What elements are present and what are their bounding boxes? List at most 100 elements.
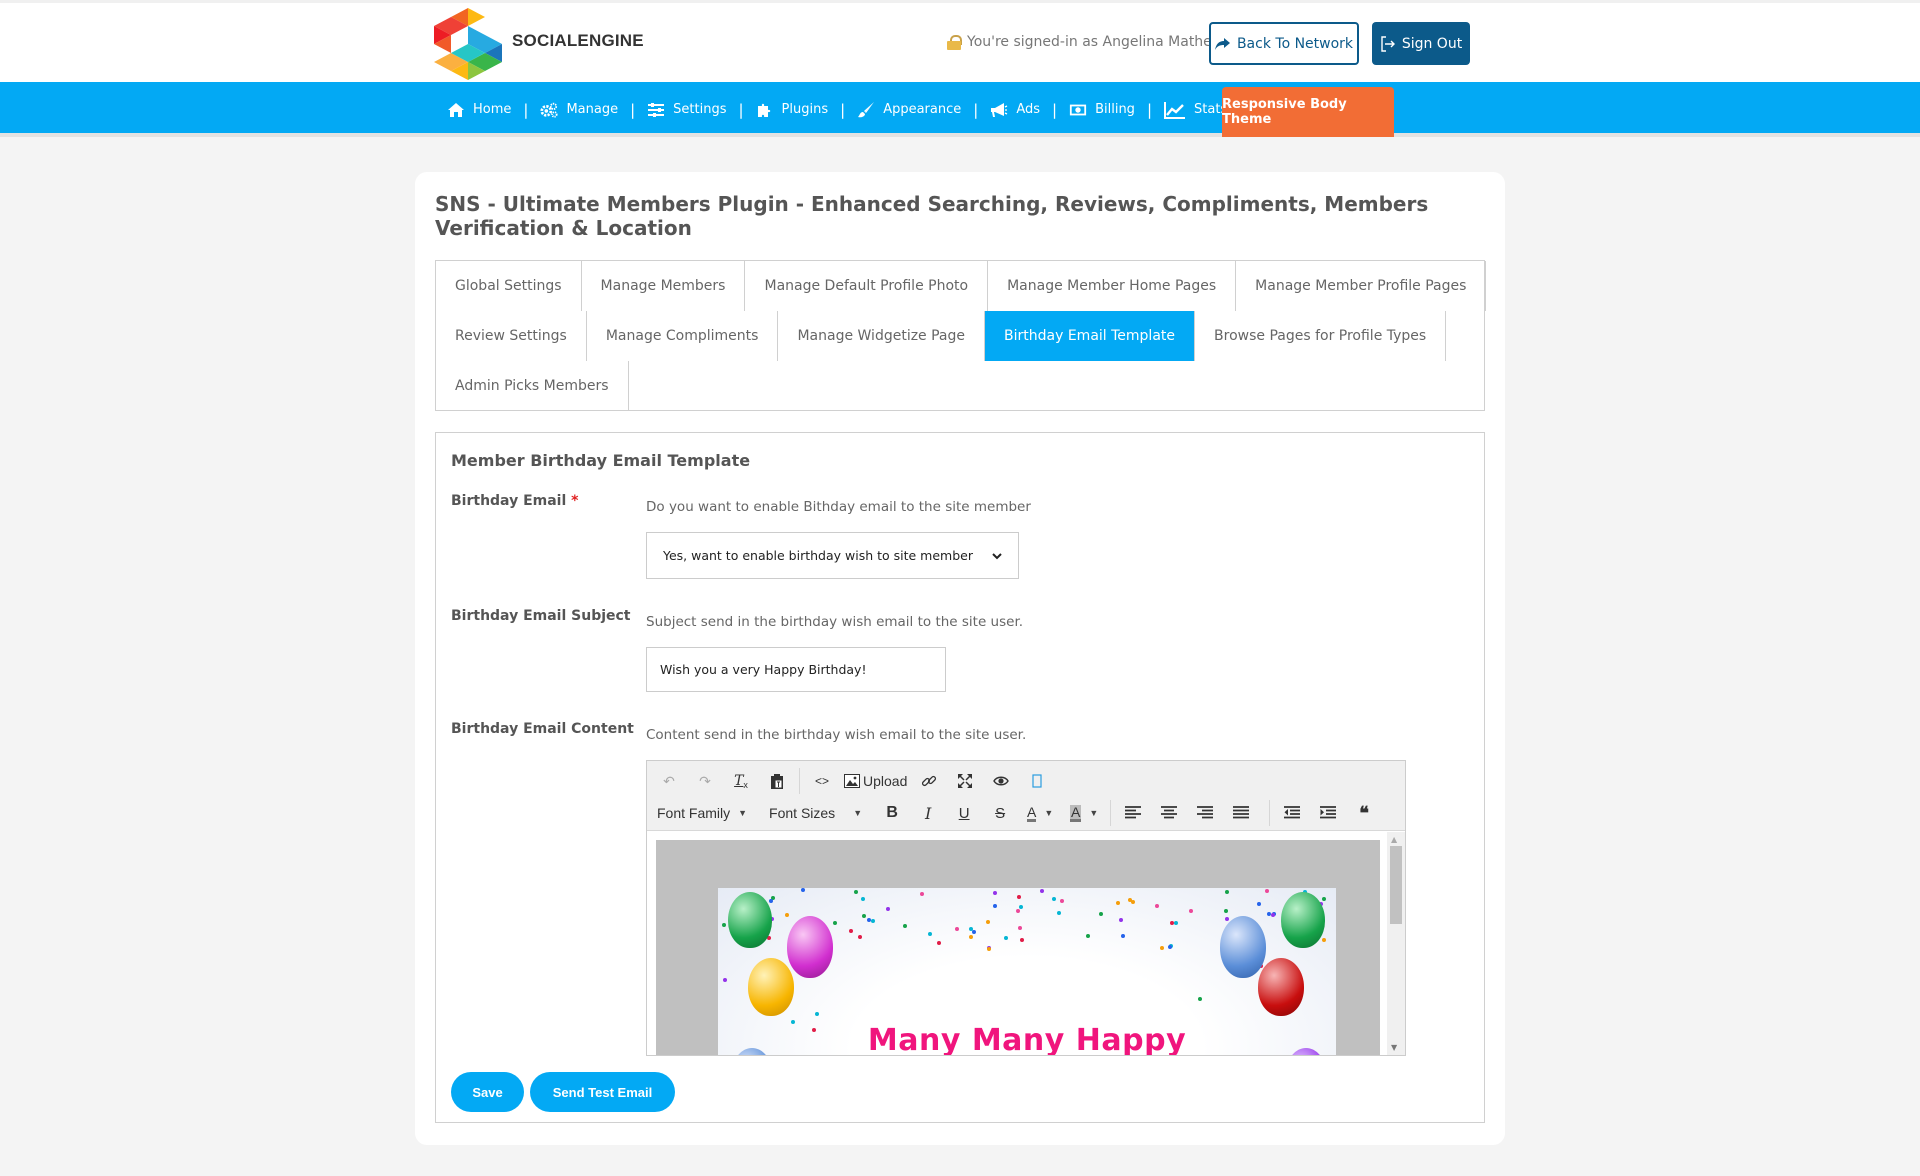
tab-manage-member-home-pages[interactable]: Manage Member Home Pages bbox=[988, 261, 1237, 311]
home-icon bbox=[448, 102, 464, 117]
confetti-dot bbox=[1159, 945, 1164, 950]
tab-browse-pages-for-profile-types[interactable]: Browse Pages for Profile Types bbox=[1195, 311, 1447, 361]
editor-scrollbar[interactable]: ▲ ▼ bbox=[1387, 832, 1405, 1055]
strikethrough-button[interactable]: S bbox=[986, 800, 1014, 826]
font-sizes-dropdown[interactable]: Font Sizes ▼ bbox=[763, 800, 868, 826]
confetti-dot bbox=[1085, 933, 1090, 938]
confetti-dot bbox=[858, 935, 863, 940]
birthday-email-select[interactable]: Yes, want to enable birthday wish to sit… bbox=[646, 532, 1019, 579]
redo-icon[interactable]: ↷ bbox=[691, 768, 719, 794]
confetti-dot bbox=[1224, 917, 1229, 922]
tab-manage-members[interactable]: Manage Members bbox=[582, 261, 746, 311]
nav-item-settings[interactable]: Settings bbox=[647, 101, 726, 119]
email-subject-label: Birthday Email Subject bbox=[451, 608, 631, 624]
toolbar-divider bbox=[1110, 800, 1112, 826]
italic-button[interactable]: I bbox=[914, 800, 942, 826]
caret-down-icon: ▼ bbox=[1044, 808, 1054, 818]
balloon-yellow-left bbox=[748, 958, 794, 1016]
nav-item-appearance[interactable]: Appearance bbox=[857, 101, 961, 119]
money-icon bbox=[1069, 104, 1087, 115]
font-family-dropdown[interactable]: Font Family ▼ bbox=[651, 800, 753, 826]
gears-icon bbox=[540, 102, 559, 118]
confetti-dot bbox=[992, 903, 997, 908]
mobile-preview-icon[interactable] bbox=[1023, 768, 1051, 794]
puzzle-icon bbox=[757, 103, 770, 117]
outdent-icon[interactable] bbox=[1278, 800, 1306, 826]
confetti-dot bbox=[1116, 901, 1121, 906]
top-header: SOCIALENGINE You're signed-in as Angelin… bbox=[0, 0, 1920, 82]
nav-label: Billing bbox=[1095, 102, 1135, 117]
email-subject-input[interactable]: Wish you a very Happy Birthday! bbox=[646, 647, 946, 692]
fullscreen-icon[interactable] bbox=[951, 768, 979, 794]
nav-item-home[interactable]: Home bbox=[447, 101, 511, 119]
preview-eye-icon[interactable] bbox=[987, 768, 1015, 794]
confetti-dot bbox=[1167, 945, 1172, 950]
confetti-dot bbox=[987, 947, 992, 952]
nav-divider: | bbox=[523, 100, 529, 119]
text-color-glyph: A bbox=[1026, 803, 1037, 822]
sign-out-button[interactable]: Sign Out bbox=[1372, 22, 1470, 65]
align-justify-icon[interactable] bbox=[1227, 800, 1255, 826]
main-card: SNS - Ultimate Members Plugin - Enhanced… bbox=[415, 172, 1505, 1145]
nav-item-manage[interactable]: Manage bbox=[540, 101, 618, 119]
link-icon[interactable] bbox=[915, 768, 943, 794]
confetti-dot bbox=[1039, 889, 1044, 894]
confetti-dot bbox=[1257, 902, 1262, 907]
tab-manage-member-profile-pages[interactable]: Manage Member Profile Pages bbox=[1236, 261, 1487, 311]
tab-birthday-email-template[interactable]: Birthday Email Template bbox=[985, 311, 1196, 361]
align-right-icon[interactable] bbox=[1191, 800, 1219, 826]
responsive-body-theme-button[interactable]: Responsive Body Theme bbox=[1222, 87, 1394, 137]
bold-button[interactable]: B bbox=[878, 800, 906, 826]
confetti-dot bbox=[1173, 921, 1178, 926]
paste-text-icon[interactable] bbox=[763, 768, 791, 794]
confetti-dot bbox=[1020, 938, 1025, 943]
back-to-network-button[interactable]: Back To Network bbox=[1209, 22, 1359, 65]
confetti-dot bbox=[801, 888, 806, 893]
upload-image-button[interactable]: Upload bbox=[844, 768, 907, 794]
scroll-down-icon[interactable]: ▼ bbox=[1391, 1043, 1397, 1052]
selected-option: Yes, want to enable birthday wish to sit… bbox=[663, 548, 973, 563]
confetti-dot bbox=[992, 890, 997, 895]
confetti-dot bbox=[1018, 925, 1023, 930]
nav-item-billing[interactable]: Billing bbox=[1069, 101, 1135, 119]
tab-manage-compliments[interactable]: Manage Compliments bbox=[587, 311, 779, 361]
underline-button[interactable]: U bbox=[950, 800, 978, 826]
confetti-dot bbox=[903, 924, 908, 929]
blockquote-icon[interactable]: ❝ bbox=[1350, 800, 1378, 826]
confetti-dot bbox=[1098, 912, 1103, 917]
nav-label: Home bbox=[473, 102, 512, 117]
align-center-icon[interactable] bbox=[1155, 800, 1183, 826]
confetti-dot bbox=[955, 927, 960, 932]
nav-item-stats[interactable]: Stats bbox=[1164, 101, 1227, 119]
tab-row: Admin Picks Members bbox=[436, 361, 629, 411]
nav-item-ads[interactable]: Ads bbox=[990, 101, 1040, 119]
align-left-icon[interactable] bbox=[1119, 800, 1147, 826]
indent-icon[interactable] bbox=[1314, 800, 1342, 826]
socialengine-logo[interactable] bbox=[434, 8, 502, 80]
background-color-button[interactable]: A ▼ bbox=[1066, 800, 1102, 826]
clear-formatting-icon[interactable]: Tx bbox=[727, 768, 755, 794]
birthday-email-description: Do you want to enable Bithday email to t… bbox=[646, 499, 1031, 515]
nav-item-plugins[interactable]: Plugins bbox=[756, 101, 828, 119]
confetti-dot bbox=[1051, 897, 1056, 902]
confetti-dot bbox=[1119, 917, 1124, 922]
send-test-email-button[interactable]: Send Test Email bbox=[530, 1072, 675, 1112]
undo-icon[interactable]: ↶ bbox=[655, 768, 683, 794]
tab-admin-picks-members[interactable]: Admin Picks Members bbox=[436, 361, 629, 411]
tab-manage-default-profile-photo[interactable]: Manage Default Profile Photo bbox=[745, 261, 989, 311]
confetti-dot bbox=[1270, 913, 1275, 918]
image-icon bbox=[844, 774, 860, 788]
tab-global-settings[interactable]: Global Settings bbox=[436, 261, 582, 311]
nav-label: Ads bbox=[1016, 102, 1041, 117]
confetti-dot bbox=[815, 1011, 820, 1016]
sliders-icon bbox=[648, 102, 665, 117]
tab-manage-widgetize-page[interactable]: Manage Widgetize Page bbox=[778, 311, 986, 361]
save-button[interactable]: Save bbox=[451, 1072, 524, 1112]
tab-review-settings[interactable]: Review Settings bbox=[436, 311, 587, 361]
source-code-icon[interactable]: <> bbox=[808, 768, 836, 794]
scroll-up-icon[interactable]: ▲ bbox=[1391, 835, 1397, 844]
editor-content-area[interactable]: Many Many Happy bbox=[647, 832, 1387, 1055]
balloon-red-right bbox=[1258, 958, 1304, 1016]
scrollbar-thumb[interactable] bbox=[1390, 846, 1402, 924]
text-color-button[interactable]: A ▼ bbox=[1022, 800, 1058, 826]
